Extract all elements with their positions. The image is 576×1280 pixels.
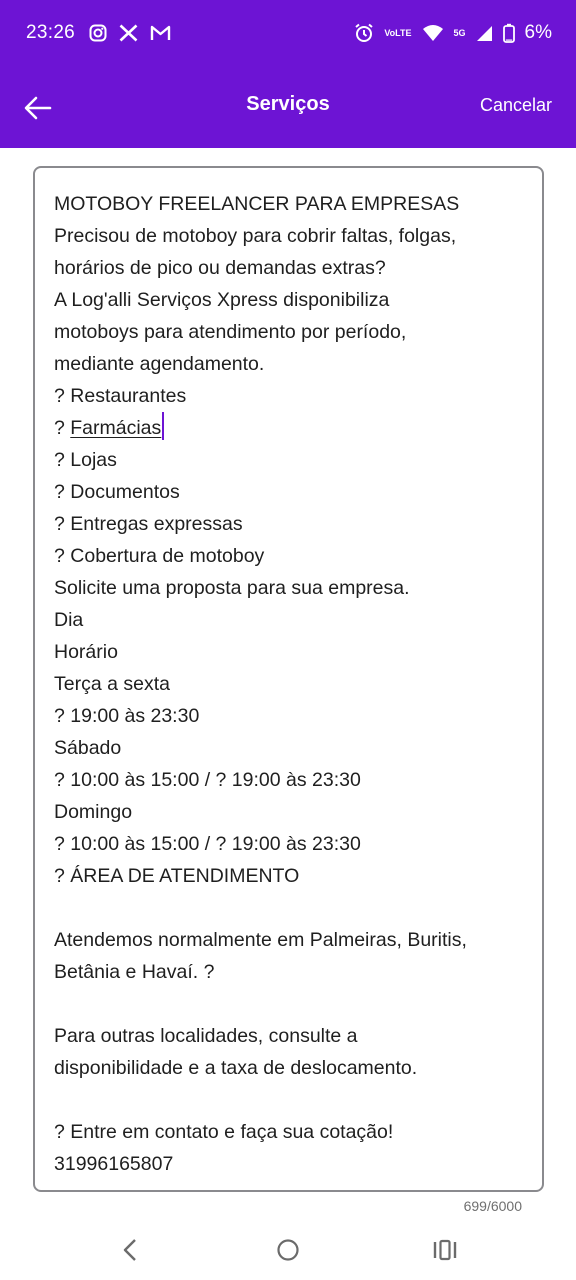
status-bar: 23:26 VoLTE 5G 6% <box>0 0 576 66</box>
recents-nav-icon <box>433 1239 457 1261</box>
text-line: Atendemos normalmente em Palmeiras, Buri… <box>54 929 467 951</box>
character-counter: 699/6000 <box>463 1198 522 1214</box>
signal-icon <box>476 25 493 42</box>
text-line: Precisou de motoboy para cobrir faltas, … <box>54 225 457 247</box>
text-line: motoboys para atendimento por período, <box>54 321 407 343</box>
nav-back-button[interactable] <box>110 1230 150 1270</box>
text-line: Solicite uma proposta para sua empresa. <box>54 577 410 599</box>
text-line: mediante agendamento. <box>54 353 265 375</box>
text-line: ? Entre em contato e faça sua cotação! <box>54 1121 394 1143</box>
network-type-label: 5G <box>453 27 466 38</box>
text-line: ? Restaurantes <box>54 385 187 407</box>
status-time: 23:26 <box>26 22 76 43</box>
text-line: Horário <box>54 641 118 663</box>
text-line: Betânia e Havaí. ? <box>54 961 215 983</box>
back-nav-icon <box>123 1239 136 1261</box>
wifi-icon <box>422 24 444 42</box>
text-line: ? 10:00 às 15:00 / ? 19:00 às 23:30 <box>54 833 361 855</box>
text-line: A Log'alli Serviços Xpress disponibiliza <box>54 289 390 311</box>
app-bar: Serviços Cancelar <box>0 66 576 148</box>
text-line: ? 19:00 às 23:30 <box>54 705 200 727</box>
alarm-icon <box>354 23 374 43</box>
system-nav-bar <box>0 1218 576 1280</box>
x-icon <box>119 24 138 42</box>
text-line: Terça a sexta <box>54 673 170 695</box>
text-line: Sábado <box>54 737 122 759</box>
text-line: ? Entregas expressas <box>54 513 243 535</box>
text-line: Domingo <box>54 801 133 823</box>
text-line: ? Documentos <box>54 481 180 503</box>
instagram-icon <box>89 24 107 42</box>
composing-word: Farmácias <box>70 417 162 439</box>
nav-recents-button[interactable] <box>425 1230 465 1270</box>
text-line: Dia <box>54 609 84 631</box>
text-line: Para outras localidades, consulte a <box>54 1025 358 1047</box>
text-line: MOTOBOY FREELANCER PARA EMPRESAS <box>54 193 460 215</box>
text-line: ? Lojas <box>54 449 117 471</box>
volte-icon: VoLTE <box>384 27 412 38</box>
text-line: disponibilidade e a taxa de deslocamento… <box>54 1057 418 1079</box>
description-textarea[interactable]: MOTOBOY FREELANCER PARA EMPRESAS Preciso… <box>33 166 544 1192</box>
text-cursor <box>162 412 165 440</box>
text-line: ? ÁREA DE ATENDIMENTO <box>54 865 300 887</box>
text-line: horários de pico ou demandas extras? <box>54 257 386 279</box>
text-line: 31996165807 <box>54 1153 174 1175</box>
text-line: ? 10:00 às 15:00 / ? 19:00 às 23:30 <box>54 769 361 791</box>
line-prefix: ? <box>54 417 71 439</box>
battery-level: 6% <box>524 22 552 43</box>
text-line: ? Farmácias <box>54 412 524 444</box>
cancel-button[interactable]: Cancelar <box>480 95 552 116</box>
home-nav-icon <box>277 1239 299 1261</box>
battery-icon <box>502 23 515 43</box>
nav-home-button[interactable] <box>268 1230 308 1270</box>
text-line: ? Cobertura de motoboy <box>54 545 265 567</box>
gmail-icon <box>150 25 171 41</box>
